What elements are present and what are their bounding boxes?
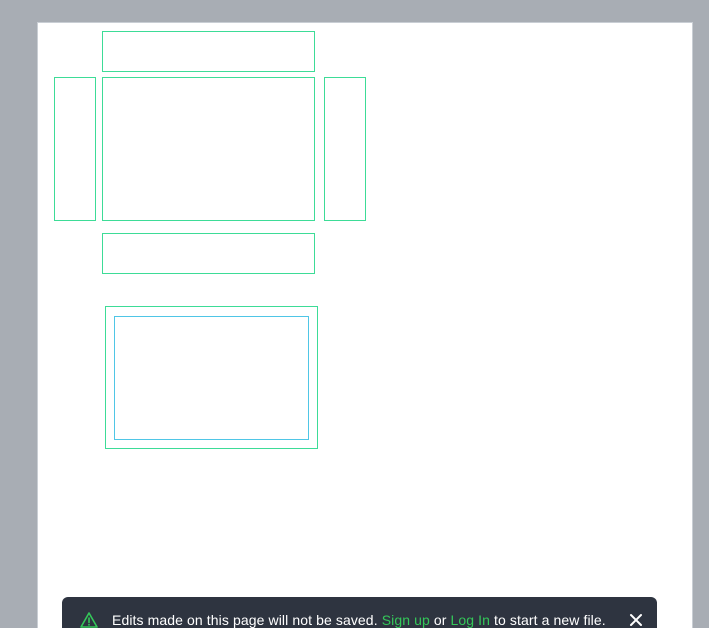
box-center[interactable] <box>102 77 315 221</box>
warning-triangle-icon <box>80 612 98 628</box>
box-frame[interactable] <box>105 306 318 449</box>
box-frame-inner[interactable] <box>114 316 309 440</box>
notice-text-before: Edits made on this page will not be save… <box>112 612 382 628</box>
unsaved-edits-notice: Edits made on this page will not be save… <box>62 597 657 628</box>
log-in-link[interactable]: Log In <box>451 612 491 628</box>
sign-up-link[interactable]: Sign up <box>382 612 430 628</box>
close-icon[interactable] <box>628 612 644 628</box>
notice-text-after: to start a new file. <box>490 612 606 628</box>
box-top[interactable] <box>102 31 315 72</box>
notice-message: Edits made on this page will not be save… <box>112 612 606 628</box>
box-bottom[interactable] <box>102 233 315 274</box>
canvas-page <box>37 22 693 628</box>
box-right[interactable] <box>324 77 366 221</box>
notice-text-middle: or <box>429 612 451 628</box>
box-left[interactable] <box>54 77 96 221</box>
